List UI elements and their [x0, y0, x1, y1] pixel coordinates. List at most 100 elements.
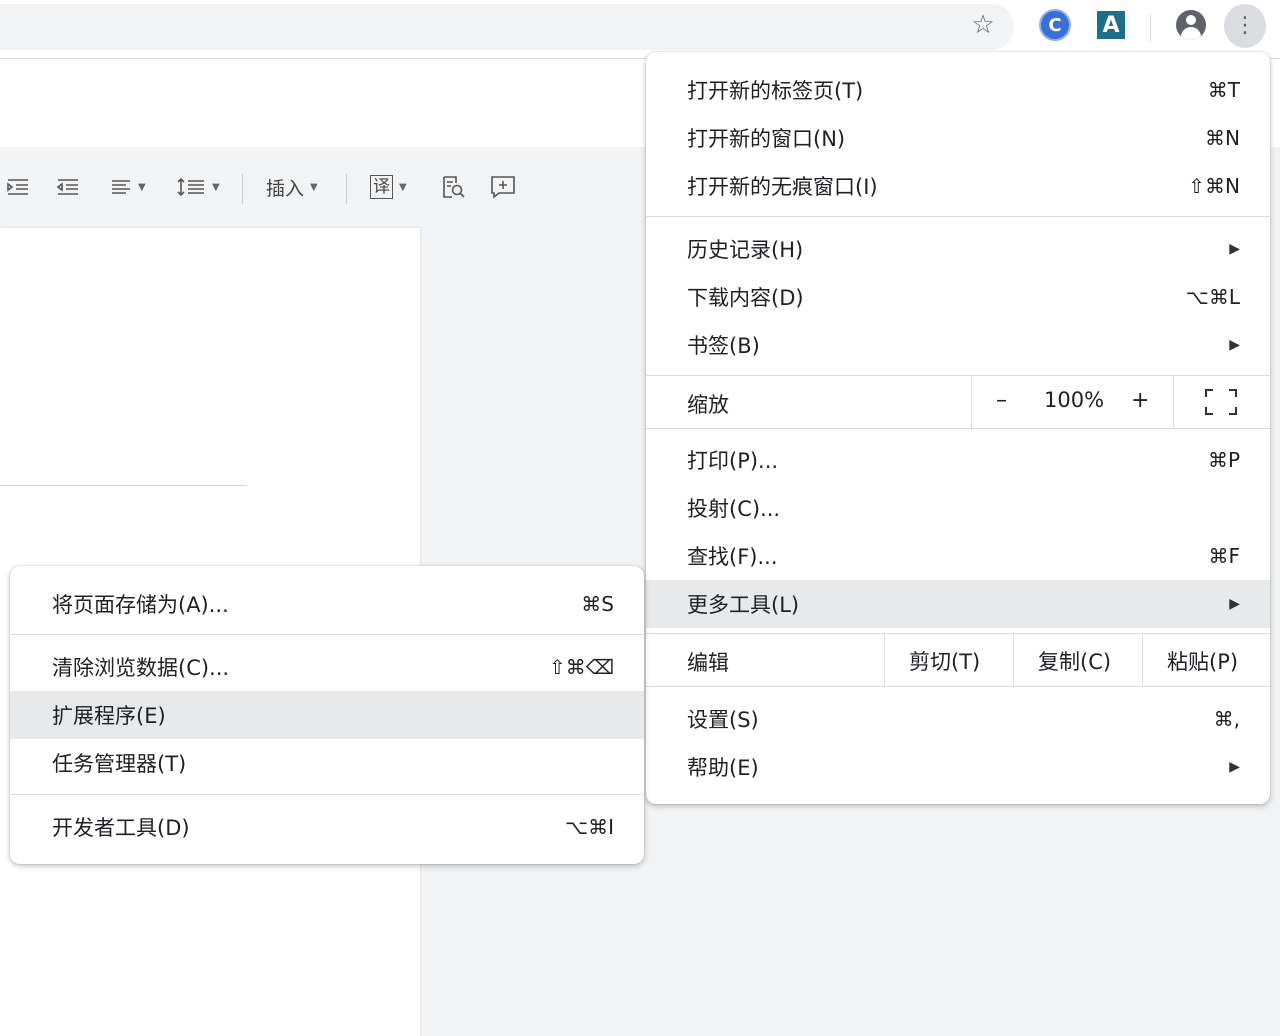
menu-item-shortcut: ⌘N	[1205, 126, 1240, 150]
menu-item-label: 下载内容(D)	[687, 286, 804, 310]
line-spacing-icon	[177, 177, 204, 197]
menu-item-label: 查找(F)...	[687, 545, 778, 569]
browser-toolbar: ☆ C A ⋮	[0, 0, 1280, 59]
menu-item-shortcut: ⌘T	[1207, 78, 1240, 102]
find-in-doc-button[interactable]	[440, 170, 466, 204]
chrome-menu-button[interactable]: ⋮	[1224, 4, 1266, 48]
menu-item-downloads[interactable]: 下载内容(D) ⌥⌘L	[646, 273, 1270, 321]
zoom-in-button[interactable]: +	[1131, 388, 1149, 413]
insert-menu-button[interactable]: 插入 ▼	[266, 170, 318, 204]
translate-icon: 译	[370, 175, 393, 199]
more-tools-submenu: 将页面存储为(A)... ⌘S 清除浏览数据(C)... ⇧⌘⌫ 扩展程序(E)…	[10, 566, 644, 864]
zoom-row: 缩放 – 100% +	[646, 375, 1270, 429]
menu-item-label: 历史记录(H)	[687, 238, 804, 262]
edit-divider	[1142, 634, 1143, 686]
menu-item-find[interactable]: 查找(F)... ⌘F	[646, 532, 1270, 580]
fullscreen-icon	[1205, 389, 1237, 415]
extension-button-1[interactable]: C	[1038, 8, 1072, 42]
menu-item-settings[interactable]: 设置(S) ⌘,	[646, 695, 1270, 743]
menu-item-label: 任务管理器(T)	[52, 752, 187, 776]
extension-button-2[interactable]: A	[1094, 8, 1128, 42]
add-comment-icon	[491, 176, 515, 199]
menu-item-shortcut: ⌘P	[1207, 448, 1240, 472]
doc-toolbar-divider	[242, 174, 243, 204]
submenu-arrow-icon: ▶	[1229, 759, 1240, 775]
menu-item-bookmarks[interactable]: 书签(B) ▶	[646, 321, 1270, 369]
menu-divider	[10, 794, 644, 795]
menu-item-label: 清除浏览数据(C)...	[52, 656, 230, 680]
menu-item-label: 投射(C)...	[687, 497, 781, 521]
document-search-icon	[443, 176, 465, 198]
menu-item-label: 帮助(E)	[687, 756, 759, 780]
menu-item-history[interactable]: 历史记录(H) ▶	[646, 225, 1270, 273]
menu-item-label: 打开新的标签页(T)	[687, 79, 864, 103]
menu-divider	[10, 634, 644, 635]
zoom-divider	[971, 376, 972, 428]
align-button[interactable]: ▼	[110, 170, 146, 204]
submenu-arrow-icon: ▶	[1229, 596, 1240, 612]
menu-item-label: 扩展程序(E)	[52, 704, 166, 728]
menu-item-label: 打印(P)...	[687, 449, 779, 473]
profile-button[interactable]	[1174, 8, 1208, 42]
menu-item-shortcut: ⌥⌘I	[565, 815, 614, 839]
menu-item-label: 打开新的窗口(N)	[687, 127, 846, 151]
translate-button[interactable]: 译 ▼	[370, 170, 407, 204]
menu-item-new-window[interactable]: 打开新的窗口(N) ⌘N	[646, 114, 1270, 162]
menu-item-label: 更多工具(L)	[687, 593, 800, 617]
zoom-label: 缩放	[687, 393, 729, 417]
insert-label: 插入	[266, 177, 305, 200]
page-rule-line	[0, 485, 246, 486]
menu-item-label: 书签(B)	[687, 334, 760, 358]
copy-button[interactable]: 复制(C)	[1038, 646, 1111, 676]
menu-item-shortcut: ⌘F	[1208, 544, 1240, 568]
line-spacing-caret-icon: ▼	[212, 181, 220, 193]
menu-item-shortcut: ⇧⌘N	[1188, 174, 1240, 198]
line-spacing-button[interactable]: ▼	[176, 170, 220, 204]
zoom-out-button[interactable]: –	[996, 388, 1007, 413]
menu-item-more-tools[interactable]: 更多工具(L) ▶	[646, 580, 1270, 628]
address-bar[interactable]	[0, 4, 1014, 50]
submenu-item-dev-tools[interactable]: 开发者工具(D) ⌥⌘I	[10, 803, 644, 851]
zoom-level: 100%	[1044, 388, 1105, 412]
submenu-item-task-manager[interactable]: 任务管理器(T)	[10, 739, 644, 787]
menu-item-shortcut: ⌘,	[1213, 707, 1240, 731]
menu-item-label: 将页面存储为(A)...	[52, 593, 229, 617]
edit-divider	[884, 634, 885, 686]
profile-avatar-icon	[1176, 10, 1206, 40]
translate-caret-icon: ▼	[399, 181, 407, 193]
submenu-item-save-page[interactable]: 将页面存储为(A)... ⌘S	[10, 580, 644, 628]
zoom-divider	[1173, 376, 1174, 428]
extension-a-icon: A	[1097, 11, 1125, 39]
insert-caret-icon: ▼	[310, 181, 318, 193]
toolbar-divider	[1150, 14, 1151, 42]
cut-button[interactable]: 剪切(T)	[909, 646, 980, 676]
submenu-item-extensions[interactable]: 扩展程序(E)	[10, 691, 644, 739]
add-comment-button[interactable]	[490, 170, 516, 204]
doc-toolbar-divider	[346, 174, 347, 204]
align-left-icon	[112, 180, 130, 194]
submenu-item-clear-data[interactable]: 清除浏览数据(C)... ⇧⌘⌫	[10, 643, 644, 691]
menu-item-new-tab[interactable]: 打开新的标签页(T) ⌘T	[646, 66, 1270, 114]
chrome-main-menu: 打开新的标签页(T) ⌘T 打开新的窗口(N) ⌘N 打开新的无痕窗口(I) ⇧…	[646, 52, 1270, 804]
edit-row: 编辑 剪切(T) 复制(C) 粘贴(P)	[646, 633, 1270, 687]
indent-increase-icon	[7, 179, 28, 195]
indent-decrease-icon	[56, 179, 78, 195]
submenu-arrow-icon: ▶	[1229, 241, 1240, 257]
menu-item-new-incognito[interactable]: 打开新的无痕窗口(I) ⇧⌘N	[646, 162, 1270, 210]
menu-item-label: 设置(S)	[687, 708, 759, 732]
menu-item-help[interactable]: 帮助(E) ▶	[646, 743, 1270, 791]
paste-button[interactable]: 粘贴(P)	[1167, 646, 1238, 676]
indent-decrease-button[interactable]	[56, 170, 80, 204]
submenu-arrow-icon: ▶	[1229, 337, 1240, 353]
menu-item-print[interactable]: 打印(P)... ⌘P	[646, 436, 1270, 484]
indent-increase-button[interactable]	[6, 170, 30, 204]
fullscreen-button[interactable]	[1204, 388, 1238, 422]
menu-item-shortcut: ⌥⌘L	[1185, 285, 1240, 309]
edit-divider	[1013, 634, 1014, 686]
bookmark-star-icon[interactable]: ☆	[966, 8, 1000, 42]
menu-item-label: 开发者工具(D)	[52, 816, 190, 840]
edit-label: 编辑	[687, 651, 729, 675]
menu-item-shortcut: ⇧⌘⌫	[548, 655, 614, 679]
menu-divider	[646, 216, 1270, 217]
menu-item-cast[interactable]: 投射(C)...	[646, 484, 1270, 532]
